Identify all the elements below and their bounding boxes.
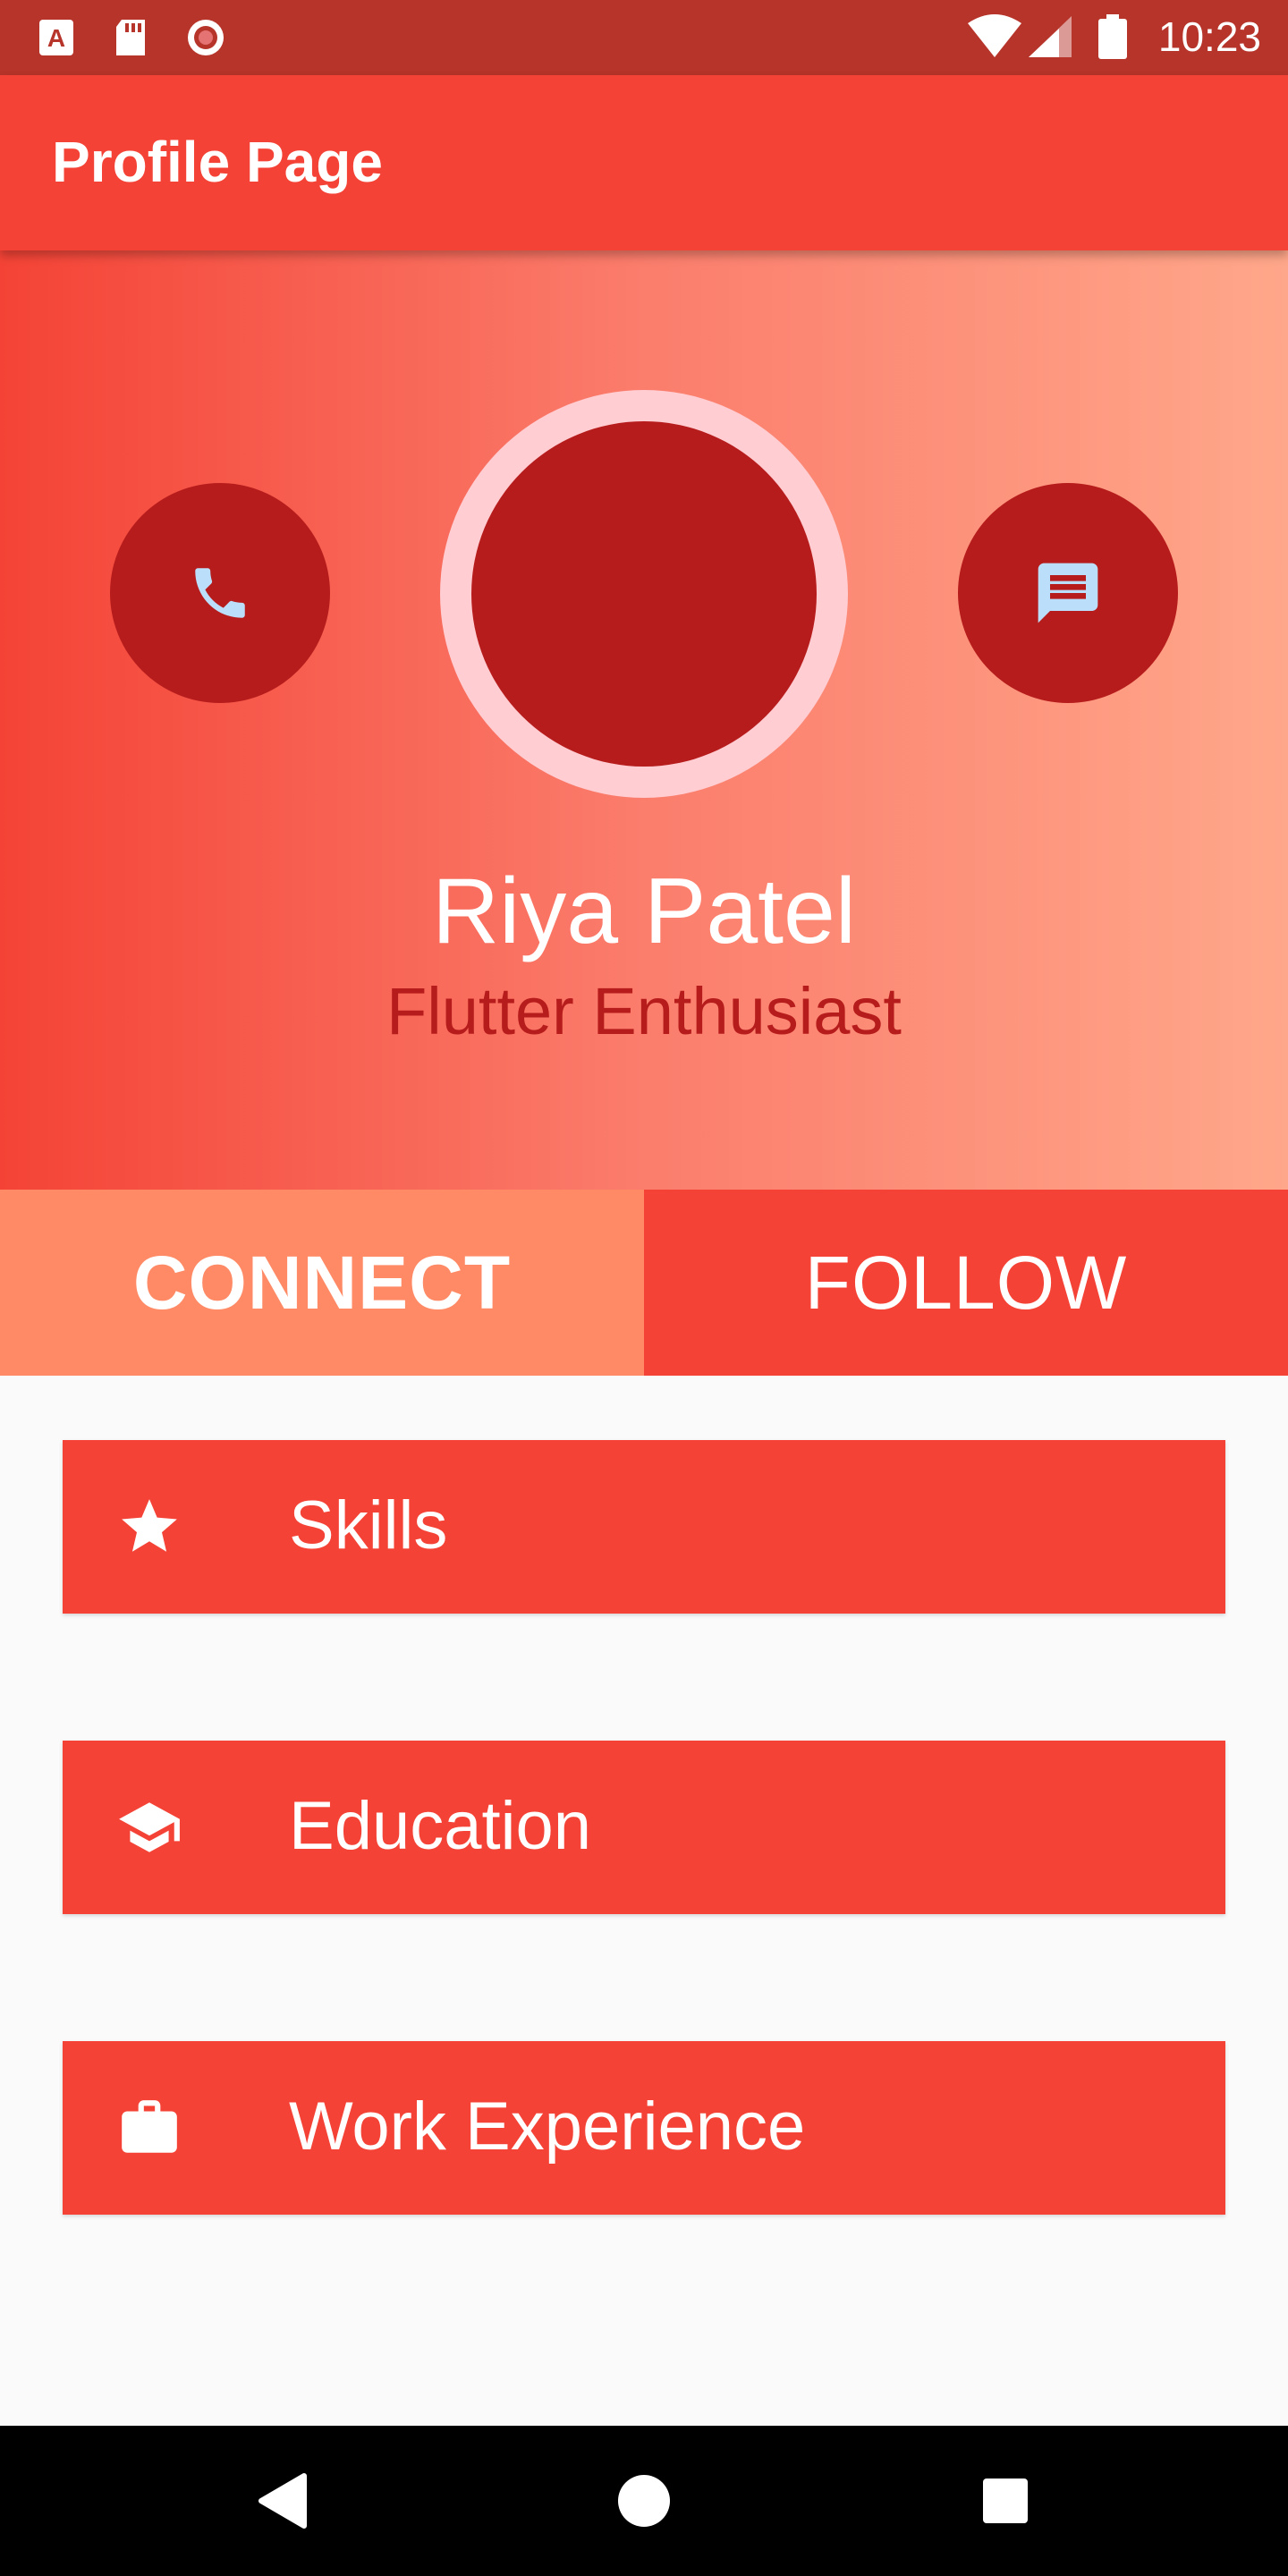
wifi-icon bbox=[968, 14, 1021, 57]
profile-name: Riya Patel bbox=[432, 860, 856, 963]
message-icon bbox=[1038, 563, 1098, 623]
svg-text:A: A bbox=[47, 24, 65, 52]
back-icon[interactable] bbox=[256, 2472, 309, 2529]
profile-title: Flutter Enthusiast bbox=[386, 974, 902, 1048]
card-label: Skills bbox=[289, 1487, 448, 1563]
page-title: Profile Page bbox=[52, 130, 383, 194]
follow-button[interactable]: FOLLOW bbox=[644, 1190, 1288, 1376]
signal-icon bbox=[1029, 16, 1072, 57]
school-icon bbox=[116, 1794, 182, 1860]
battery-icon bbox=[1098, 14, 1127, 59]
message-button[interactable] bbox=[958, 483, 1178, 703]
status-time: 10:23 bbox=[1157, 13, 1261, 60]
avatar[interactable] bbox=[471, 421, 817, 767]
font-icon: A bbox=[39, 20, 73, 55]
education-card[interactable]: Education bbox=[63, 1741, 1225, 1914]
star-icon bbox=[116, 1494, 182, 1560]
recents-icon[interactable] bbox=[980, 2472, 1030, 2529]
home-icon[interactable] bbox=[617, 2472, 671, 2529]
card-label: Work Experience bbox=[289, 2089, 806, 2165]
connect-button[interactable]: CONNECT bbox=[0, 1190, 644, 1376]
record-icon bbox=[188, 20, 224, 55]
briefcase-icon bbox=[116, 2095, 182, 2161]
card-label: Education bbox=[289, 1788, 592, 1864]
status-bar: A 10:23 bbox=[0, 0, 1288, 75]
sd-card-icon bbox=[116, 20, 145, 55]
navigation-bar bbox=[0, 2426, 1288, 2576]
profile-header: Riya Patel Flutter Enthusiast bbox=[0, 250, 1288, 1190]
avatar-ring bbox=[440, 390, 848, 798]
call-button[interactable] bbox=[110, 483, 330, 703]
app-bar: Profile Page bbox=[0, 75, 1288, 250]
phone-icon bbox=[195, 568, 245, 618]
work-experience-card[interactable]: Work Experience bbox=[63, 2041, 1225, 2215]
skills-card[interactable]: Skills bbox=[63, 1440, 1225, 1614]
